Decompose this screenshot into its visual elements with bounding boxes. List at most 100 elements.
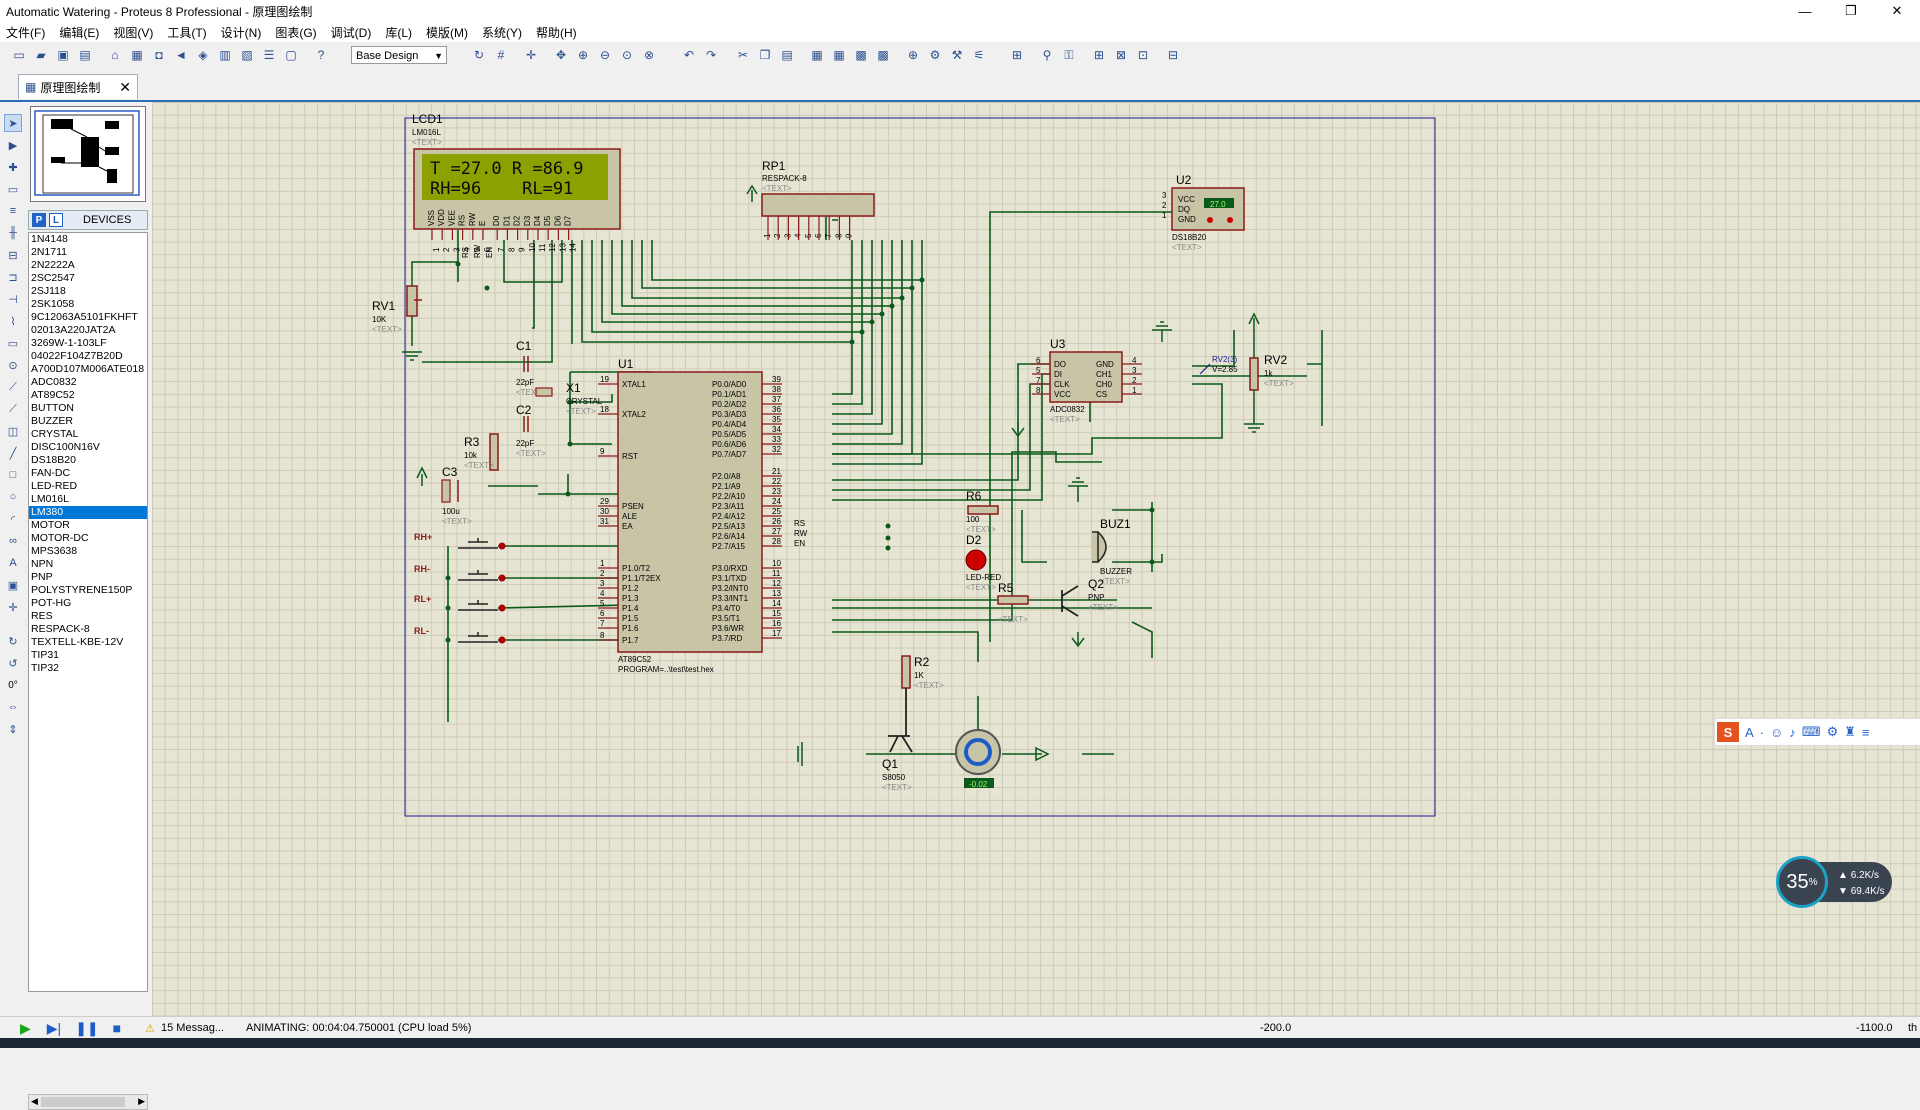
device-list-item[interactable]: NPN bbox=[29, 558, 147, 571]
wire-autorouter-icon[interactable]: ⊞ bbox=[1008, 46, 1026, 64]
terminal-icon[interactable]: ⊐ bbox=[4, 268, 22, 286]
device-list-item[interactable]: A700D107M006ATE018 bbox=[29, 363, 147, 376]
component-mode-icon[interactable]: ▶ bbox=[4, 136, 22, 154]
gerber-icon[interactable]: ◄ bbox=[172, 46, 190, 64]
device-list-item[interactable]: AT89C52 bbox=[29, 389, 147, 402]
ime-skin-icon[interactable]: ♜ bbox=[1844, 724, 1856, 740]
device-list-item[interactable]: 2N1711 bbox=[29, 246, 147, 259]
menu-system[interactable]: 系统(Y) bbox=[476, 24, 530, 41]
exit-to-parent-icon[interactable]: ⊡ bbox=[1134, 46, 1152, 64]
open-folder-icon[interactable]: ▰ bbox=[32, 46, 50, 64]
scroll-left-icon[interactable]: ◀ bbox=[31, 1096, 38, 1107]
device-list-item[interactable]: LED-RED bbox=[29, 480, 147, 493]
device-list-item[interactable]: BUZZER bbox=[29, 415, 147, 428]
pause-icon[interactable]: ❚❚ bbox=[75, 1020, 98, 1037]
refresh-icon[interactable]: ↻ bbox=[470, 46, 488, 64]
menu-edit[interactable]: 编辑(E) bbox=[53, 24, 107, 41]
pcb-icon[interactable]: ◘ bbox=[150, 46, 168, 64]
ime-emoji-icon[interactable]: ☺ bbox=[1770, 725, 1783, 740]
search-icon[interactable]: ⚲ bbox=[1038, 46, 1056, 64]
pick-device-icon[interactable]: ⊕ bbox=[904, 46, 922, 64]
design-explorer-icon[interactable]: ☰ bbox=[260, 46, 278, 64]
circle-2d-icon[interactable]: ○ bbox=[4, 488, 22, 506]
grid-icon[interactable]: # bbox=[492, 46, 510, 64]
zoom-in-icon[interactable]: ⊕ bbox=[574, 46, 592, 64]
overview-preview[interactable] bbox=[30, 106, 146, 202]
text-2d-icon[interactable]: A bbox=[4, 554, 22, 572]
device-list-item[interactable]: DS18B20 bbox=[29, 454, 147, 467]
device-list-item[interactable]: 2N2222A bbox=[29, 259, 147, 272]
box-2d-icon[interactable]: □ bbox=[4, 466, 22, 484]
text-script-icon[interactable]: ≡ bbox=[4, 202, 22, 220]
bus-icon[interactable]: ╫ bbox=[4, 224, 22, 242]
ime-voice-icon[interactable]: ♪ bbox=[1789, 725, 1796, 740]
device-list-item[interactable]: TEXTELL-KBE-12V bbox=[29, 636, 147, 649]
save-all-icon[interactable]: ▤ bbox=[76, 46, 94, 64]
home-icon[interactable]: ⌂ bbox=[106, 46, 124, 64]
ime-punct-icon[interactable]: · bbox=[1760, 725, 1764, 740]
paste-icon[interactable]: ▤ bbox=[778, 46, 796, 64]
device-list-item[interactable]: MOTOR-DC bbox=[29, 532, 147, 545]
mirror-x-icon[interactable]: ⇔ bbox=[4, 698, 22, 716]
device-list-item[interactable]: DISC100N16V bbox=[29, 441, 147, 454]
device-list-item[interactable]: LM016L bbox=[29, 493, 147, 506]
make-device-icon[interactable]: ⚙ bbox=[926, 46, 944, 64]
current-probe-icon[interactable]: ⟋ bbox=[4, 400, 22, 418]
new-file-icon[interactable]: ▭ bbox=[10, 46, 28, 64]
symbol-2d-icon[interactable]: ▣ bbox=[4, 576, 22, 594]
maximize-button[interactable]: ❐ bbox=[1828, 0, 1874, 22]
property-tool-icon[interactable]: ⚿ bbox=[1060, 46, 1078, 64]
rotate-cw-icon[interactable]: ↻ bbox=[4, 632, 22, 650]
device-list-item[interactable]: TIP31 bbox=[29, 649, 147, 662]
device-list-item[interactable]: PNP bbox=[29, 571, 147, 584]
redo-icon[interactable]: ↷ bbox=[702, 46, 720, 64]
scroll-thumb[interactable] bbox=[41, 1097, 125, 1107]
selection-mode-icon[interactable]: ➤ bbox=[4, 114, 22, 132]
play-icon[interactable]: ▶ bbox=[20, 1020, 31, 1037]
stop-icon[interactable]: ■ bbox=[113, 1020, 121, 1036]
pan-icon[interactable]: ✥ bbox=[552, 46, 570, 64]
subcircuit-icon[interactable]: ⊟ bbox=[4, 246, 22, 264]
scroll-right-icon[interactable]: ▶ bbox=[138, 1096, 145, 1107]
wire-label-icon[interactable]: ▭ bbox=[4, 180, 22, 198]
zoom-out-icon[interactable]: ⊖ bbox=[596, 46, 614, 64]
rotate-ccw-icon[interactable]: ↺ bbox=[4, 654, 22, 672]
device-list-item[interactable]: ADC0832 bbox=[29, 376, 147, 389]
message-count[interactable]: 15 Messag... bbox=[161, 1022, 224, 1034]
ime-lang-icon[interactable]: A bbox=[1745, 725, 1754, 740]
device-list-item[interactable]: 9C12063A5101FKHFT bbox=[29, 311, 147, 324]
device-list-item[interactable]: LM380 bbox=[29, 506, 147, 519]
device-list-item[interactable]: MPS3638 bbox=[29, 545, 147, 558]
mirror-y-icon[interactable]: ⇕ bbox=[4, 720, 22, 738]
device-list-item[interactable]: RES bbox=[29, 610, 147, 623]
ime-toolbox-icon[interactable]: ⚙ bbox=[1827, 724, 1839, 740]
design-select[interactable]: Base Design ▼ bbox=[351, 46, 447, 64]
copy-icon[interactable]: ❐ bbox=[756, 46, 774, 64]
block-move-icon[interactable]: ▦ bbox=[830, 46, 848, 64]
help-icon[interactable]: ? bbox=[312, 46, 330, 64]
virtual-instrument-icon[interactable]: ◫ bbox=[4, 422, 22, 440]
ime-menu-icon[interactable]: ≡ bbox=[1862, 725, 1870, 740]
device-list-item[interactable]: 2SJ118 bbox=[29, 285, 147, 298]
block-rotate-icon[interactable]: ▩ bbox=[852, 46, 870, 64]
undo-icon[interactable]: ↶ bbox=[680, 46, 698, 64]
block-delete-icon[interactable]: ▩ bbox=[874, 46, 892, 64]
menu-tools[interactable]: 工具(T) bbox=[161, 24, 214, 41]
menu-template[interactable]: 模版(M) bbox=[420, 24, 476, 41]
device-list-item[interactable]: 3269W-1-103LF bbox=[29, 337, 147, 350]
device-pin-icon[interactable]: ⊣ bbox=[4, 290, 22, 308]
minimize-button[interactable]: — bbox=[1782, 0, 1828, 22]
path-2d-icon[interactable]: ∞ bbox=[4, 532, 22, 550]
menu-library[interactable]: 库(L) bbox=[379, 24, 420, 41]
device-list-item[interactable]: POLYSTYRENE150P bbox=[29, 584, 147, 597]
device-list-scrollbar[interactable]: ◀ ▶ bbox=[28, 1094, 148, 1110]
voltage-probe-icon[interactable]: ⟋ bbox=[4, 378, 22, 396]
block-copy-icon[interactable]: ▦ bbox=[808, 46, 826, 64]
packaging-icon[interactable]: ⚒ bbox=[948, 46, 966, 64]
device-list-item[interactable]: 02013A220JAT2A bbox=[29, 324, 147, 337]
ime-toolbar[interactable]: S A · ☺ ♪ ⌨ ⚙ ♜ ≡ bbox=[1714, 718, 1920, 746]
3d-icon[interactable]: ◈ bbox=[194, 46, 212, 64]
origin-icon[interactable]: ✛ bbox=[522, 46, 540, 64]
generator-icon[interactable]: ⊙ bbox=[4, 356, 22, 374]
remove-sheet-icon[interactable]: ⊠ bbox=[1112, 46, 1130, 64]
